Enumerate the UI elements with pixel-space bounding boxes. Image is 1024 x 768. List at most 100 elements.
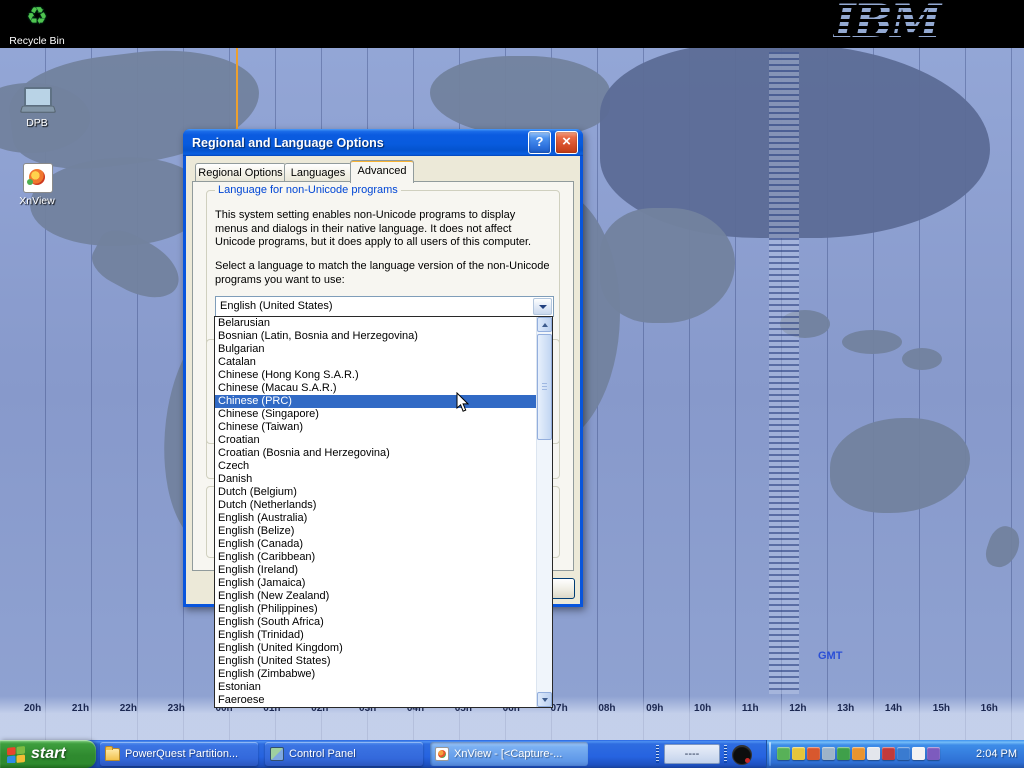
list-item[interactable]: English (United States) [215,655,537,668]
hour-label: 21h [72,703,89,714]
system-tray: 2:04 PM [766,740,1024,768]
landmass [600,208,735,323]
tray-icon-3[interactable] [807,747,820,760]
list-item[interactable]: Chinese (Taiwan) [215,421,537,434]
xnview-icon-dot [27,179,33,185]
scrollbar-thumb[interactable] [537,334,552,440]
list-item[interactable]: Croatian [215,434,537,447]
list-item[interactable]: English (Canada) [215,538,537,551]
landmass [842,330,902,354]
list-item[interactable]: English (Ireland) [215,564,537,577]
taskbar-button[interactable]: PowerQuest Partition... [100,742,258,766]
help-button[interactable]: ? [528,131,551,154]
list-scrollbar[interactable] [536,317,552,707]
list-item[interactable]: Dutch (Belgium) [215,486,537,499]
list-item[interactable]: English (South Africa) [215,616,537,629]
tray-icon-9[interactable] [897,747,910,760]
list-item[interactable]: Belarusian [215,317,537,330]
tray-icon-4[interactable] [822,747,835,760]
list-item[interactable]: Danish [215,473,537,486]
xnview-icon [20,163,54,193]
xnview-icon [435,747,449,761]
tray-icon-11[interactable] [927,747,940,760]
list-item[interactable]: Croatian (Bosnia and Herzegovina) [215,447,537,460]
desktop-icon-recycle-bin[interactable]: ♻ Recycle Bin [4,3,70,47]
tray-icon-8[interactable] [882,747,895,760]
dialog-title: Regional and Language Options [183,136,528,150]
list-item[interactable]: Chinese (Singapore) [215,408,537,421]
toolbar-grip[interactable] [656,745,659,763]
list-item[interactable]: English (New Zealand) [215,590,537,603]
landmass [982,522,1024,571]
groupbox-non-unicode-title: Language for non-Unicode programs [215,184,401,196]
list-item[interactable]: Faeroese [215,694,537,707]
hour-label: 22h [120,703,137,714]
list-item[interactable]: English (United Kingdom) [215,642,537,655]
hour-label: 16h [981,703,998,714]
tray-icon-6[interactable] [852,747,865,760]
taskbar-button[interactable]: XnView - [<Capture-... [430,742,588,766]
chevron-down-icon [539,305,547,309]
tray-icon-1[interactable] [777,747,790,760]
desktop-icon-dpb[interactable]: DPB [4,85,70,129]
taskbar: start PowerQuest Partition... Control Pan… [0,740,1024,768]
tab-languages[interactable]: Languages [284,163,352,182]
taskbar-dark-icon[interactable] [732,745,752,765]
list-item[interactable]: Chinese (Macau S.A.R.) [215,382,537,395]
taskbar-button-dashes[interactable]: ---- [664,744,720,764]
dialog-titlebar[interactable]: Regional and Language Options ? × [183,129,583,156]
tab-advanced[interactable]: Advanced [350,160,414,183]
list-item[interactable]: English (Jamaica) [215,577,537,590]
non-unicode-instruction: Select a language to match the language … [215,260,551,287]
tray-icon-5[interactable] [837,747,850,760]
hour-label: 08h [598,703,615,714]
top-banner: IBM [0,0,1024,48]
list-item[interactable]: Estonian [215,681,537,694]
close-button[interactable]: × [555,131,578,154]
hour-label: 07h [550,703,567,714]
windows-flag-icon [7,746,26,763]
dialog-body: Regional Options Languages Advanced Lang… [186,156,580,604]
tab-regional-options[interactable]: Regional Options [195,163,286,182]
hour-label: 09h [646,703,663,714]
combobox-dropdown-button[interactable] [533,298,552,315]
desktop-icon-xnview[interactable]: XnView [4,163,70,207]
tray-icon-7[interactable] [867,747,880,760]
taskbar-clock[interactable]: 2:04 PM [976,740,1017,768]
scroll-up-icon [542,323,548,327]
list-item[interactable]: English (Caribbean) [215,551,537,564]
list-item[interactable]: English (Philippines) [215,603,537,616]
list-item[interactable]: English (Zimbabwe) [215,668,537,681]
start-button[interactable]: start [0,740,96,768]
recycle-bin-icon: ♻ [20,3,54,33]
hour-label: 15h [933,703,950,714]
toolbar-grip[interactable] [724,745,727,763]
list-item[interactable]: Chinese (PRC) [215,395,537,408]
list-item[interactable]: English (Trinidad) [215,629,537,642]
gmt-label: GMT [818,650,842,662]
list-item[interactable]: English (Australia) [215,512,537,525]
regional-language-options-dialog: Regional and Language Options ? × Region… [183,129,583,607]
scrollbar-down-button[interactable] [537,692,552,707]
hour-label: 11h [742,703,759,714]
tray-icon-10[interactable] [912,747,925,760]
list-item[interactable]: Bosnian (Latin, Bosnia and Herzegovina) [215,330,537,343]
list-item[interactable]: Chinese (Hong Kong S.A.R.) [215,369,537,382]
list-item[interactable]: Czech [215,460,537,473]
ibm-logo-text: IBM [834,0,939,48]
list-item[interactable]: Dutch (Netherlands) [215,499,537,512]
taskbar-button-label: XnView - [<Capture-... [454,748,588,760]
language-combobox[interactable]: English (United States) [215,296,554,317]
taskbar-button[interactable]: Control Panel [265,742,423,766]
hour-label: 14h [885,703,902,714]
tray-icon-2[interactable] [792,747,805,760]
list-item[interactable]: English (Belize) [215,525,537,538]
folder-icon [105,748,120,761]
hour-label: 23h [168,703,185,714]
taskbar-buttons: PowerQuest Partition... Control Panel XnVi… [100,742,588,766]
desktop: 20h21h22h23h00h01h02h03h04h05h06h07h08h0… [0,0,1024,768]
scrollbar-up-button[interactable] [537,317,552,332]
list-item[interactable]: Catalan [215,356,537,369]
list-item[interactable]: Bulgarian [215,343,537,356]
laptop-screen [24,87,52,107]
